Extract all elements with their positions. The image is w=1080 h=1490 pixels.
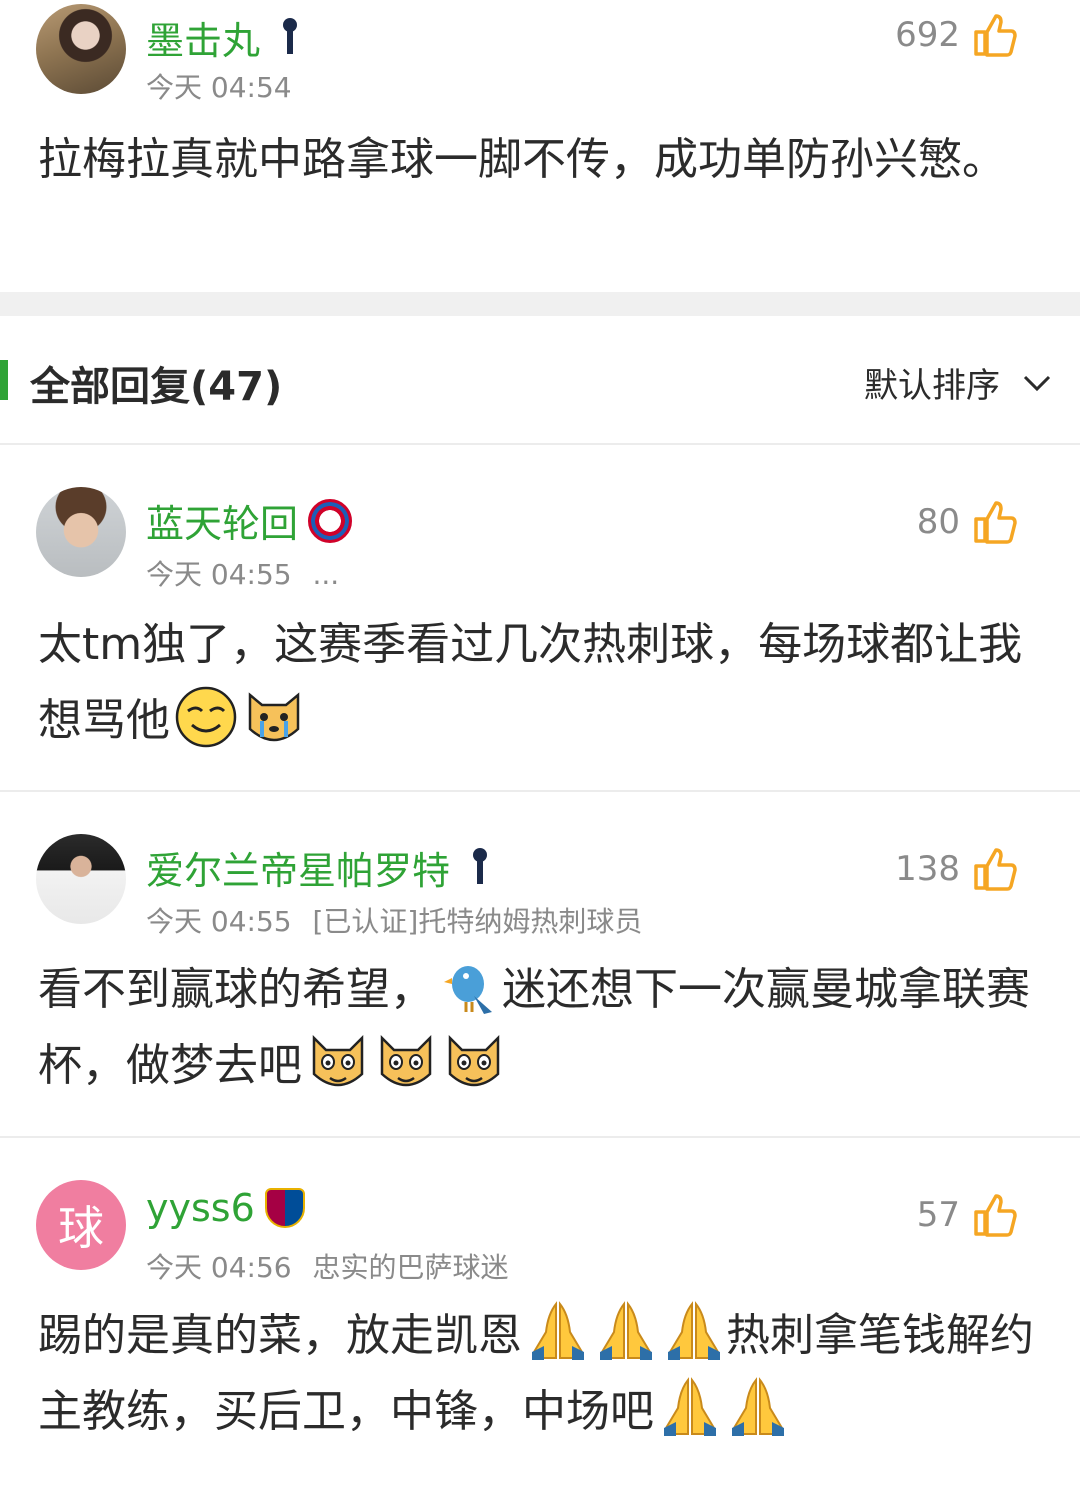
- top-comment: 墨击丸 今天 04:54 692 拉梅拉真就中路拿球一脚不传，成功单防孙兴慜。: [0, 0, 1080, 292]
- comment-content: 太tm独了，这赛季看过几次热刺球，每场球都让我想骂他: [38, 607, 1048, 759]
- username-text[interactable]: yyss6: [146, 1186, 255, 1230]
- reply-item: 蓝天轮回 今天 04:55 ... 80 太tm独了，这赛季看过几次热刺球，每场…: [0, 445, 1080, 791]
- comment-text-a: 看不到赢球的希望，: [38, 964, 434, 1015]
- like-count: 138: [895, 849, 960, 889]
- comment-meta: 今天 04:56 忠实的巴萨球迷: [146, 1246, 509, 1286]
- like-count: 692: [895, 15, 960, 55]
- user-title: [已认证]托特纳姆热刺球员: [312, 905, 643, 938]
- sort-label[interactable]: 默认排序: [864, 358, 1000, 407]
- avatar[interactable]: [36, 4, 126, 94]
- section-gap: [0, 292, 1080, 316]
- like-button[interactable]: 692: [895, 12, 1018, 58]
- username-text[interactable]: 蓝天轮回: [146, 493, 298, 548]
- spurs-badge-icon: [460, 846, 500, 890]
- chevron-down-icon[interactable]: [1022, 363, 1052, 403]
- comment-content: 拉梅拉真就中路拿球一脚不传，成功单防孙兴慜。: [38, 134, 1006, 185]
- username[interactable]: 墨击丸: [146, 10, 310, 65]
- dog-face-emoji-icon: [442, 1030, 506, 1094]
- user-title: 忠实的巴萨球迷: [312, 1251, 509, 1284]
- username-text[interactable]: 墨击丸: [146, 10, 260, 65]
- like-button[interactable]: 138: [895, 846, 1018, 892]
- crying-dog-emoji-icon: [242, 685, 306, 749]
- praying-hands-icon: [726, 1376, 790, 1440]
- username[interactable]: 爱尔兰帝星帕罗特: [146, 840, 500, 895]
- thumbs-up-icon[interactable]: [972, 499, 1018, 545]
- reply-item: 球 yyss6 今天 04:56 忠实的巴萨球迷 57 踢的是真的菜，放走凯恩热…: [0, 1138, 1080, 1490]
- laughing-emoji-icon: [174, 685, 238, 749]
- blue-bird-icon: [438, 954, 502, 1018]
- like-button[interactable]: 57: [917, 1192, 1018, 1238]
- praying-hands-icon: [594, 1300, 658, 1364]
- praying-hands-icon: [662, 1300, 726, 1364]
- dog-face-emoji-icon: [306, 1030, 370, 1094]
- comment-content: 踢的是真的菜，放走凯恩 热刺拿笔钱解约主教练，买后卫，中锋，中场吧: [38, 1298, 1048, 1450]
- like-count: 80: [916, 502, 960, 542]
- avatar[interactable]: 球: [36, 1180, 126, 1270]
- thumbs-up-icon[interactable]: [972, 12, 1018, 58]
- comment-meta: 今天 04:55 [已认证]托特纳姆热刺球员: [146, 900, 642, 940]
- barcelona-badge-icon: [264, 1188, 305, 1228]
- reply-item: 爱尔兰帝星帕罗特 今天 04:55 [已认证]托特纳姆热刺球员 138 看不到赢…: [0, 792, 1080, 1136]
- timestamp: 今天 04:54: [146, 71, 292, 104]
- more-ellipsis: ...: [312, 558, 340, 591]
- like-count: 57: [916, 1195, 960, 1235]
- praying-hands-icon: [658, 1376, 722, 1440]
- spurs-badge-icon: [270, 16, 310, 60]
- like-button[interactable]: 80: [917, 499, 1018, 545]
- comment-content: 看不到赢球的希望， 迷还想下一次赢曼城拿联赛杯，做梦去吧: [38, 952, 1048, 1104]
- avatar[interactable]: [36, 834, 126, 924]
- comment-meta: 今天 04:55 ...: [146, 553, 339, 593]
- username[interactable]: 蓝天轮回: [146, 493, 353, 548]
- bayern-badge-icon: [308, 498, 353, 543]
- timestamp: 今天 04:55: [146, 905, 292, 938]
- comment-meta: 今天 04:54: [146, 66, 292, 106]
- sort-dropdown[interactable]: 默认排序: [864, 358, 1052, 407]
- timestamp: 今天 04:56: [146, 1251, 292, 1284]
- praying-hands-icon: [526, 1300, 590, 1364]
- comment-text-a: 踢的是真的菜，放走凯恩: [38, 1310, 522, 1361]
- username[interactable]: yyss6: [146, 1186, 305, 1230]
- thumbs-up-icon[interactable]: [972, 846, 1018, 892]
- username-text[interactable]: 爱尔兰帝星帕罗特: [146, 840, 450, 895]
- header-accent: [0, 360, 8, 400]
- thumbs-up-icon[interactable]: [972, 1192, 1018, 1238]
- timestamp: 今天 04:55: [146, 558, 292, 591]
- avatar[interactable]: [36, 487, 126, 577]
- replies-title: 全部回复(47): [30, 364, 283, 410]
- replies-header: 全部回复(47) 默认排序: [0, 316, 1080, 444]
- dog-face-emoji-icon: [374, 1030, 438, 1094]
